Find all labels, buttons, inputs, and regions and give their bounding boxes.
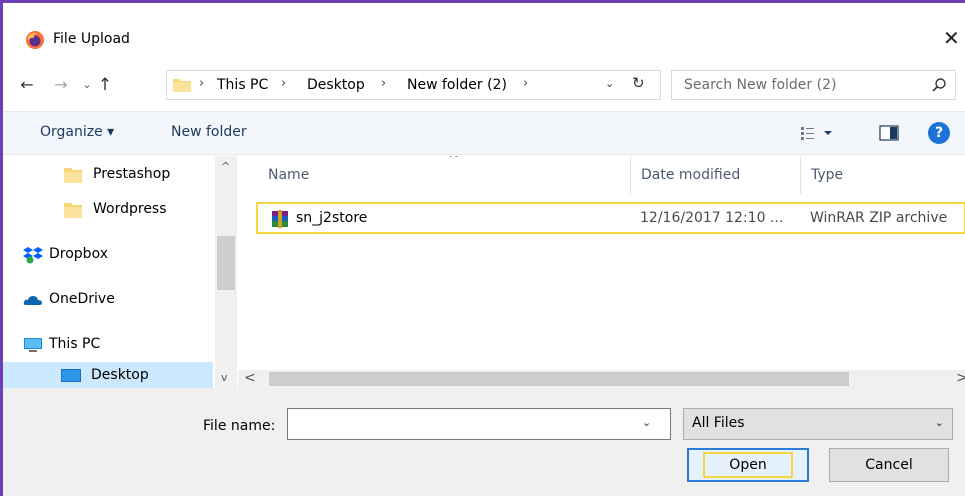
breadcrumb-separator[interactable]: ›: [281, 76, 286, 91]
organize-button[interactable]: Organize ▾: [40, 124, 114, 140]
table-row[interactable]: sn_j2store 12/16/2017 12:10 ... WinRAR Z…: [256, 202, 965, 234]
search-input[interactable]: Search New folder (2): [671, 70, 956, 100]
column-label: Type: [811, 167, 844, 183]
search-icon[interactable]: [931, 77, 947, 93]
breadcrumb-new-folder[interactable]: New folder (2): [407, 77, 507, 93]
help-icon[interactable]: ?: [928, 122, 950, 144]
nav-item-dropbox[interactable]: Dropbox: [3, 238, 213, 272]
scrollbar-thumb[interactable]: [217, 236, 235, 290]
nav-item-label: Desktop: [91, 367, 149, 383]
nav-item-prestashop[interactable]: Prestashop: [3, 158, 213, 192]
file-list: ^ Name Date modified Type sn_j2store 12/…: [238, 156, 965, 388]
file-name-label: File name:: [203, 418, 276, 434]
dialog-footer: File name: ⌄ All Files ⌄ Open Cancel: [3, 388, 965, 496]
filter-value: All Files: [692, 415, 745, 431]
close-icon[interactable]: ✕: [943, 26, 960, 50]
chevron-down-icon: ⌄: [934, 416, 944, 429]
nav-item-label: Wordpress: [93, 201, 167, 217]
scroll-left-icon[interactable]: <: [244, 370, 256, 386]
sort-ascending-icon: ^: [448, 156, 459, 167]
command-toolbar: Organize ▾ New folder ?: [3, 111, 965, 155]
folder-icon: [64, 203, 82, 218]
winrar-icon: [272, 210, 288, 228]
preview-pane-icon[interactable]: [879, 125, 899, 141]
open-button-label: Open: [703, 452, 793, 478]
column-header-date-modified[interactable]: Date modified: [631, 156, 801, 194]
new-folder-button[interactable]: New folder: [171, 124, 247, 140]
nav-item-label: This PC: [49, 336, 101, 352]
scroll-right-icon[interactable]: >: [956, 370, 965, 386]
breadcrumb-separator[interactable]: ›: [199, 76, 204, 91]
scroll-down-icon[interactable]: v: [221, 371, 228, 384]
refresh-icon[interactable]: ↻: [632, 74, 645, 92]
firefox-icon: [26, 31, 44, 49]
onedrive-icon: [23, 296, 42, 305]
nav-pane-scrollbar[interactable]: ^ v: [215, 156, 237, 388]
up-arrow-icon[interactable]: ↑: [95, 73, 115, 97]
address-dropdown-icon[interactable]: ⌄: [605, 77, 614, 90]
nav-item-desktop[interactable]: Desktop: [3, 362, 213, 388]
file-type-filter[interactable]: All Files ⌄: [683, 408, 953, 440]
folder-icon: [173, 79, 191, 92]
change-view-icon[interactable]: [800, 125, 834, 141]
breadcrumb-desktop[interactable]: Desktop: [307, 77, 365, 93]
nav-item-wordpress[interactable]: Wordpress: [3, 193, 213, 227]
file-name-field[interactable]: ⌄: [287, 408, 671, 440]
nav-item-label: OneDrive: [49, 291, 115, 307]
column-label: Name: [268, 167, 310, 183]
open-button[interactable]: Open: [687, 448, 809, 482]
navigation-pane: Prestashop Wordpress Dropbox OneDrive Th…: [3, 156, 238, 388]
horizontal-scrollbar[interactable]: < >: [238, 370, 965, 388]
file-upload-dialog: File Upload ✕ ← → ⌄ ↑ › This PC › Deskto…: [0, 0, 965, 496]
chevron-down-icon[interactable]: ⌄: [642, 416, 651, 429]
column-label: Date modified: [641, 167, 741, 183]
search-placeholder: Search New folder (2): [684, 77, 837, 93]
breadcrumb-this-pc[interactable]: This PC: [217, 77, 268, 93]
nav-item-label: Prestashop: [93, 166, 171, 182]
desktop-icon: [61, 369, 81, 382]
back-arrow-icon[interactable]: ←: [17, 73, 37, 97]
address-row: ← → ⌄ ↑ › This PC › Desktop › New folder…: [3, 65, 965, 105]
column-header-type[interactable]: Type: [801, 156, 965, 194]
file-type: WinRAR ZIP archive: [810, 210, 948, 226]
scroll-up-icon[interactable]: ^: [221, 160, 230, 173]
breadcrumb-separator[interactable]: ›: [523, 76, 528, 91]
dropbox-icon: [23, 247, 43, 264]
nav-item-this-pc[interactable]: This PC: [3, 328, 213, 362]
recent-locations-chevron-icon[interactable]: ⌄: [77, 73, 97, 97]
file-date: 12/16/2017 12:10 ...: [640, 210, 784, 226]
folder-icon: [64, 168, 82, 183]
file-name: sn_j2store: [296, 210, 368, 226]
address-bar[interactable]: › This PC › Desktop › New folder (2) › ⌄…: [166, 70, 661, 100]
nav-item-label: Dropbox: [49, 246, 108, 262]
breadcrumb-separator[interactable]: ›: [381, 76, 386, 91]
scrollbar-thumb[interactable]: [269, 372, 849, 386]
nav-item-onedrive[interactable]: OneDrive: [3, 283, 213, 317]
title-bar: File Upload ✕: [3, 3, 965, 65]
computer-icon: [24, 338, 42, 352]
cancel-button[interactable]: Cancel: [829, 448, 949, 482]
window-title: File Upload: [53, 31, 130, 47]
column-header-name[interactable]: ^ Name: [258, 156, 631, 194]
forward-arrow-icon[interactable]: →: [51, 73, 71, 97]
